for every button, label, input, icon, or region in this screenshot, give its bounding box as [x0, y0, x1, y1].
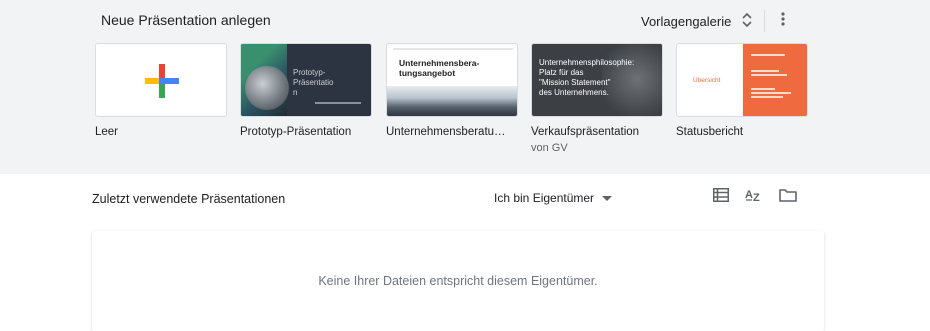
thumb-text-line — [751, 70, 779, 72]
new-presentation-title: Neue Präsentation anlegen — [101, 12, 271, 28]
template-label: Unternehmensberatu… — [386, 126, 506, 138]
thumb-image — [245, 66, 289, 110]
template-label: Leer — [95, 126, 119, 138]
thumb-text-line — [751, 74, 787, 76]
unfold-icon — [741, 12, 753, 31]
thumb-text-line — [751, 88, 775, 90]
svg-text:Z: Z — [753, 192, 760, 203]
template-sales-thumbnail[interactable]: Unternehmensphilosophie: Platz für das "… — [531, 43, 663, 117]
owner-filter-dropdown[interactable]: Ich bin Eigentümer — [494, 189, 613, 207]
empty-state-message: Keine Ihrer Dateien entspricht diesem Ei… — [318, 274, 598, 288]
recent-files-empty-state: Keine Ihrer Dateien entspricht diesem Ei… — [92, 231, 824, 331]
sort-button[interactable]: AZ — [744, 187, 764, 207]
template-blank-thumbnail[interactable] — [95, 43, 227, 117]
list-view-icon — [713, 187, 729, 207]
template-prototype[interactable]: Prototyp- Präsentatio n Prototyp-Präsent… — [240, 43, 372, 138]
folder-icon — [779, 188, 797, 207]
template-prototype-thumbnail[interactable]: Prototyp- Präsentatio n — [240, 43, 372, 117]
divider — [764, 10, 765, 32]
thumb-fine-line — [315, 102, 361, 104]
plus-icon — [145, 64, 179, 98]
template-blank[interactable]: Leer — [95, 43, 227, 138]
svg-text:A: A — [745, 189, 753, 201]
thumb-text-line — [751, 54, 785, 56]
thumb-text-line — [751, 92, 791, 94]
thumb-title: Unternehmensphilosophie: Platz für das "… — [539, 58, 635, 97]
template-gallery-button[interactable]: Vorlagengalerie — [641, 10, 753, 32]
more-vert-icon — [781, 11, 785, 31]
more-options-button[interactable] — [772, 9, 794, 33]
template-consulting[interactable]: Unternehmensbera- tungsangebot Unternehm… — [386, 43, 518, 138]
template-status[interactable]: Übersicht Statusbericht — [676, 43, 808, 138]
thumb-title: Unternehmensbera- tungsangebot — [399, 58, 480, 78]
template-gallery-label: Vorlagengalerie — [641, 13, 732, 29]
template-label: Statusbericht — [676, 126, 744, 138]
template-author: von GV — [531, 142, 568, 154]
folder-button[interactable] — [778, 187, 798, 207]
thumb-text-line — [751, 96, 783, 98]
thumb-mountain-image — [387, 86, 517, 116]
thumb-title: Prototyp- Präsentatio n — [293, 68, 334, 97]
sort-az-icon: AZ — [745, 187, 763, 208]
template-consulting-thumbnail[interactable]: Unternehmensbera- tungsangebot — [386, 43, 518, 117]
template-label: Prototyp-Präsentation — [240, 126, 352, 138]
thumb-header-line — [393, 48, 513, 50]
template-sales[interactable]: Unternehmensphilosophie: Platz für das "… — [531, 43, 663, 154]
dropdown-arrow-icon — [602, 191, 613, 205]
list-view-button[interactable] — [711, 187, 731, 207]
template-gallery: Neue Präsentation anlegen Vorlagengaleri… — [0, 0, 930, 174]
owner-filter-label: Ich bin Eigentümer — [494, 191, 595, 205]
template-status-thumbnail[interactable]: Übersicht — [676, 43, 808, 117]
recent-presentations-title: Zuletzt verwendete Präsentationen — [92, 192, 286, 206]
template-label: Verkaufspräsentation — [531, 126, 640, 138]
thumb-title: Übersicht — [693, 77, 721, 84]
